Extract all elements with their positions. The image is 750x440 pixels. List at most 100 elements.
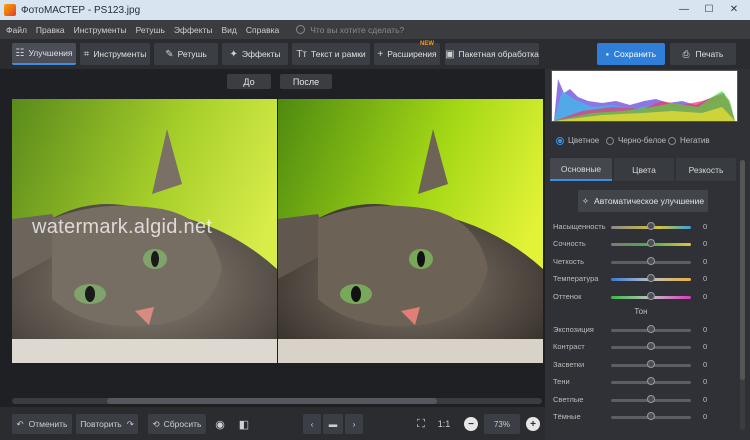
chevron-left-icon: ‹ [310,419,314,429]
sparkle-icon: ✧ [581,195,590,206]
slider-value: 0 [703,342,708,351]
tab-retouch[interactable]: ✎ Ретушь [154,43,218,65]
print-button[interactable]: ⎙ Печать [670,43,736,65]
tab-label: Улучшения [28,48,73,58]
menu-help[interactable]: Справка [246,25,279,35]
reset-icon: ⟲ [152,418,160,429]
redo-button[interactable]: Повторить ↷ [76,414,138,434]
scrollbar-thumb[interactable] [107,398,437,404]
tab-label: Текст и рамки [311,49,366,59]
tab-label: Ретушь [177,49,207,59]
close-button[interactable]: ✕ [722,1,746,18]
menu-retouch[interactable]: Ретушь [136,25,165,35]
tab-extensions[interactable]: + Расширения NEW [374,41,440,65]
tab-colors[interactable]: Цвета [614,158,674,181]
minimize-button[interactable]: — [672,1,696,18]
reset-button[interactable]: ⟲ Сбросить [148,414,206,434]
tab-label: Пакетная обработка [458,49,539,59]
brush-icon: ✎ [165,48,174,60]
zoom-in-button[interactable]: + [526,417,540,431]
slider-label: Сочность [553,239,586,248]
menu-view[interactable]: Вид [222,25,237,35]
save-button[interactable]: ▪ Сохранить [597,43,665,65]
zoom-level[interactable]: 73% [484,414,520,434]
redo-label: Повторить [80,419,122,429]
vibrance-slider-handle[interactable] [647,239,655,247]
mode-color[interactable]: Цветное [556,136,599,145]
highlights-slider-handle[interactable] [647,360,655,368]
clarity-slider-handle[interactable] [647,257,655,265]
slider-label: Насыщенность [553,222,606,231]
tab-enhancements[interactable]: ☷ Улучшения [12,43,76,65]
blacks-slider-handle[interactable] [647,412,655,420]
crop-icon: ⌗ [83,48,90,60]
undo-label: Отменить [28,419,68,429]
auto-enhance-button[interactable]: ✧ Автоматическое улучшение [578,190,708,212]
fit-screen-icon[interactable]: ⛶ [413,414,429,434]
search-icon [296,25,306,34]
tint-slider-handle[interactable] [647,292,655,300]
slider-value: 0 [703,360,708,369]
plus-icon: + [377,48,384,60]
tab-basic[interactable]: Основные [550,158,612,181]
command-search[interactable]: Что вы хотите сделать? [296,25,404,35]
reset-label: Сбросить [163,419,202,429]
histogram [551,70,738,122]
shadows-slider-handle[interactable] [647,377,655,385]
compare-split-icon[interactable]: ◧ [236,414,252,434]
slider-label: Засветки [553,360,585,369]
new-badge: NEW [420,41,434,47]
open-folder-button[interactable]: ▬ [323,414,343,434]
slider-label: Тёмные [553,412,581,421]
after-label: После [280,74,332,89]
contrast-slider-handle[interactable] [647,342,655,350]
previous-photo-button[interactable]: ‹ [303,414,321,434]
folder-icon: ▬ [328,419,338,429]
slider-value: 0 [703,412,708,421]
slider-value: 0 [703,395,708,404]
slider-label: Светлые [553,395,584,404]
undo-button[interactable]: ↶ Отменить [12,414,72,434]
bottom-bar: ↶ Отменить Повторить ↷ ⟲ Сбросить ◉ ◧ ‹ … [0,407,545,440]
slider-label: Четкость [553,257,584,266]
chevron-right-icon: › [352,419,356,429]
saturation-slider-handle[interactable] [647,222,655,230]
next-photo-button[interactable]: › [345,414,363,434]
batch-icon: ▣ [445,48,455,60]
slider-label: Оттенок [553,292,582,301]
printer-icon: ⎙ [682,48,690,59]
zoom-1to1-button[interactable]: 1:1 [436,414,452,434]
tab-batch[interactable]: ▣ Пакетная обработка [445,43,539,65]
menu-edit[interactable]: Правка [36,25,65,35]
menu-file[interactable]: Файл [6,25,27,35]
tab-sharpness[interactable]: Резкость [676,158,736,181]
scrollbar-thumb[interactable] [740,160,745,380]
mode-bw[interactable]: Черно-белое [606,136,666,145]
slider-label: Температура [553,274,599,283]
redo-icon: ↷ [126,418,134,429]
magic-wand-icon: ✦ [229,48,238,60]
eye-icon[interactable]: ◉ [212,414,228,434]
after-photo [278,99,543,363]
tab-text-frames[interactable]: Tт Текст и рамки [292,43,370,65]
temperature-slider-handle[interactable] [647,274,655,282]
radio-icon [668,136,676,145]
zoom-out-button[interactable]: − [464,417,478,431]
print-label: Печать [695,49,724,59]
text-icon: Tт [296,48,308,60]
slider-value: 0 [703,377,708,386]
exposure-slider-handle[interactable] [647,325,655,333]
panel-scrollbar[interactable] [740,160,745,430]
menu-tools[interactable]: Инструменты [74,25,127,35]
slider-value: 0 [703,222,708,231]
mode-negative[interactable]: Негатив [668,136,710,145]
section-tone-title: Тон [634,307,648,316]
tab-tools[interactable]: ⌗ Инструменты [80,43,150,65]
tab-effects[interactable]: ✦ Эффекты [222,43,288,65]
menu-effects[interactable]: Эффекты [174,25,213,35]
slider-value: 0 [703,257,708,266]
whites-slider-handle[interactable] [647,395,655,403]
maximize-button[interactable]: ☐ [697,1,721,18]
horizontal-scrollbar[interactable] [12,398,542,404]
auto-enhance-label: Автоматическое улучшение [594,196,705,206]
